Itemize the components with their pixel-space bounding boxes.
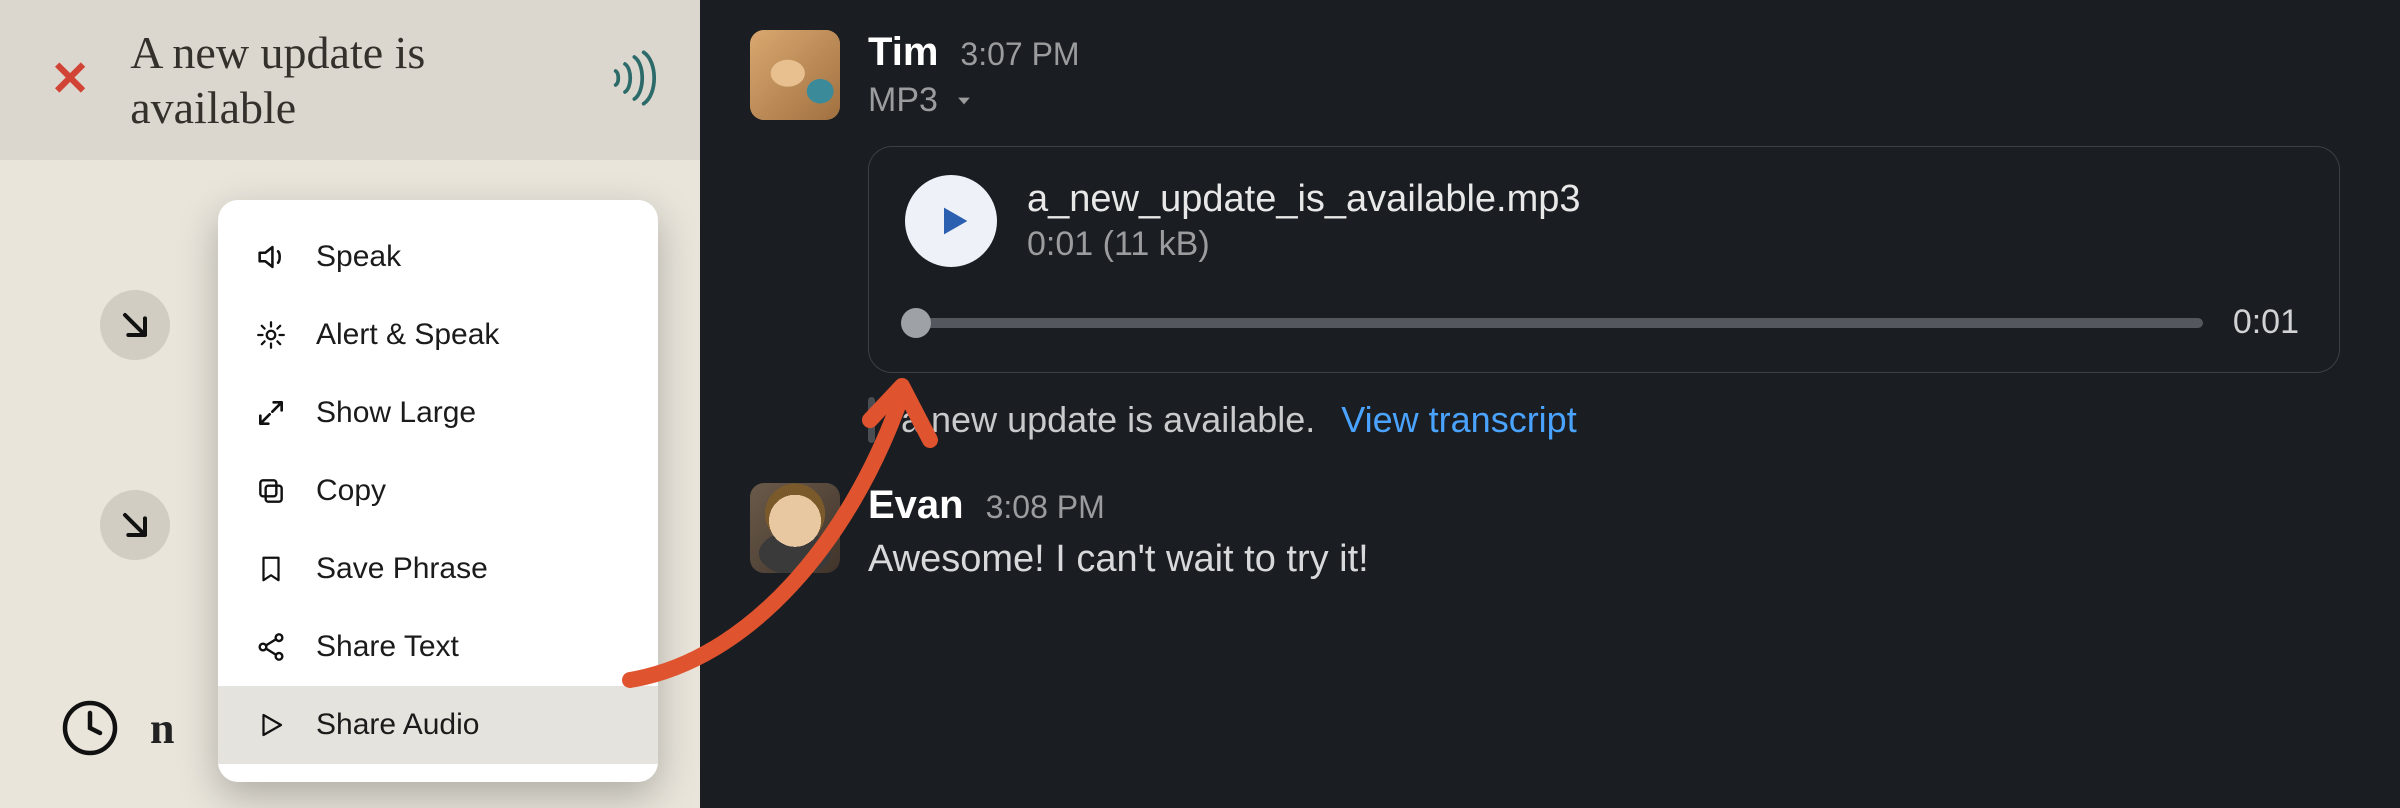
background-icons bbox=[100, 290, 170, 560]
menu-item-label: Alert & Speak bbox=[316, 318, 499, 352]
menu-item-copy[interactable]: Copy bbox=[218, 452, 658, 530]
message-time: 3:08 PM bbox=[986, 489, 1105, 526]
message: Tim 3:07 PM MP3 a_new_update_is_availabl… bbox=[750, 30, 2340, 443]
file-type-row[interactable]: MP3 bbox=[868, 81, 2340, 120]
context-menu: Speak Alert & Speak Show Large Copy bbox=[218, 200, 658, 782]
sender-name[interactable]: Evan bbox=[868, 483, 964, 528]
arrow-down-right-icon bbox=[100, 290, 170, 360]
audio-filename: a_new_update_is_available.mp3 bbox=[1027, 178, 1581, 221]
partial-text: n bbox=[150, 703, 174, 754]
sound-waves-icon[interactable] bbox=[594, 50, 670, 111]
menu-item-label: Show Large bbox=[316, 396, 476, 430]
avatar[interactable] bbox=[750, 483, 840, 573]
share-icon bbox=[252, 628, 290, 666]
banner-title: A new update is available bbox=[110, 25, 594, 135]
close-icon[interactable]: ✕ bbox=[30, 46, 110, 114]
play-button[interactable] bbox=[905, 175, 997, 267]
audio-elapsed: 0:01 bbox=[2233, 303, 2299, 342]
menu-item-label: Save Phrase bbox=[316, 552, 488, 586]
menu-item-label: Speak bbox=[316, 240, 401, 274]
clock-icon bbox=[60, 698, 120, 758]
alert-icon bbox=[252, 316, 290, 354]
copy-icon bbox=[252, 472, 290, 510]
message-text: Awesome! I can't wait to try it! bbox=[868, 538, 2340, 581]
file-type-label: MP3 bbox=[868, 81, 938, 120]
view-transcript-link[interactable]: View transcript bbox=[1341, 399, 1576, 441]
bookmark-icon bbox=[252, 550, 290, 588]
menu-item-speak[interactable]: Speak bbox=[218, 218, 658, 296]
avatar[interactable] bbox=[750, 30, 840, 120]
menu-item-label: Copy bbox=[316, 474, 386, 508]
chevron-down-icon bbox=[954, 91, 974, 111]
left-panel: ✕ A new update is available n bbox=[0, 0, 700, 808]
menu-item-share-text[interactable]: Share Text bbox=[218, 608, 658, 686]
play-outline-icon bbox=[252, 706, 290, 744]
transcript-text: a new update is available. bbox=[901, 399, 1315, 441]
chat-panel: Tim 3:07 PM MP3 a_new_update_is_availabl… bbox=[700, 0, 2400, 808]
message-time: 3:07 PM bbox=[960, 36, 1079, 73]
message: Evan 3:08 PM Awesome! I can't wait to tr… bbox=[750, 483, 2340, 581]
audio-attachment: a_new_update_is_available.mp3 0:01 (11 k… bbox=[868, 146, 2340, 373]
menu-item-label: Share Text bbox=[316, 630, 459, 664]
arrow-down-right-icon bbox=[100, 490, 170, 560]
quote-bar bbox=[868, 397, 875, 443]
sender-name[interactable]: Tim bbox=[868, 30, 938, 75]
menu-item-share-audio[interactable]: Share Audio bbox=[218, 686, 658, 764]
seek-thumb[interactable] bbox=[901, 308, 931, 338]
audio-meta: 0:01 (11 kB) bbox=[1027, 225, 1581, 264]
menu-item-alert-speak[interactable]: Alert & Speak bbox=[218, 296, 658, 374]
update-banner: ✕ A new update is available bbox=[0, 0, 700, 160]
expand-icon bbox=[252, 394, 290, 432]
menu-item-show-large[interactable]: Show Large bbox=[218, 374, 658, 452]
menu-item-label: Share Audio bbox=[316, 708, 479, 742]
audio-seek-bar[interactable] bbox=[905, 318, 2203, 328]
menu-item-save-phrase[interactable]: Save Phrase bbox=[218, 530, 658, 608]
speaker-icon bbox=[252, 238, 290, 276]
transcript-row: a new update is available. View transcri… bbox=[868, 397, 2340, 443]
